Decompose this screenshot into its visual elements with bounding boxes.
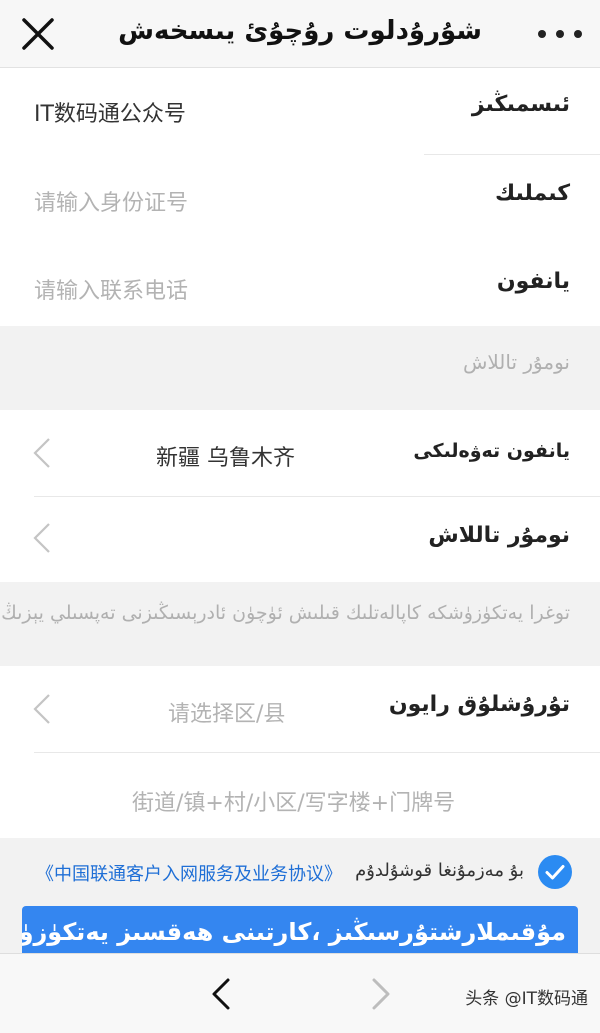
name-field[interactable]: IT数码通公众号	[34, 96, 186, 128]
district-label: تۇرۇشلۇق رايون	[388, 692, 570, 717]
name-row[interactable]: IT数码通公众号 ئىسمىڭىز	[0, 68, 600, 154]
watermark: 头条 @IT数码通	[465, 989, 588, 1009]
address-row[interactable]: 街道/镇+村/小区/写字楼+门牌号	[0, 753, 600, 838]
id-label: كىملىك	[495, 181, 570, 206]
chevron-right-icon[interactable]	[366, 976, 396, 1012]
phone-row[interactable]: 请输入联系电话 يانفون	[0, 241, 600, 326]
submit-button-label: مۇقىملارشتۇرسىڭىز ،كارتىنى ھەقسىز يەتكۈز…	[22, 918, 566, 946]
address-input[interactable]: 街道/镇+村/小区/写字楼+门牌号	[132, 785, 455, 817]
district-select[interactable]: 请选择区/县	[168, 696, 285, 728]
chevron-left-icon	[33, 523, 50, 553]
agree-checkbox[interactable]	[538, 855, 572, 889]
top-nav-bar: شۇرۇدلوت رۇچۇئ يىسخەش	[0, 0, 600, 68]
more-dots-icon[interactable]	[538, 22, 582, 46]
chevron-left-icon	[33, 438, 50, 468]
agreement-row: 《中国联通客户入网服务及业务协议》 بۇ مەزمۇنغا قوشۇلدۇم	[0, 838, 600, 906]
checkmark-icon	[545, 865, 565, 880]
agreement-link[interactable]: 《中国联通客户入网服务及业务协议》	[36, 860, 342, 886]
name-label: ئىسمىڭىز	[471, 92, 570, 117]
browser-bottom-bar: 头条 @IT数码通	[0, 953, 600, 1033]
number-select-label: نومۇر تاللاش	[428, 523, 570, 548]
phone-input[interactable]: 请输入联系电话	[34, 273, 188, 305]
location-value: 新疆 乌鲁木齐	[156, 446, 295, 471]
phone-label: يانفون	[496, 269, 570, 294]
district-row[interactable]: 请选择区/县 تۇرۇشلۇق رايون	[0, 666, 600, 752]
chevron-left-icon	[33, 694, 50, 724]
location-row[interactable]: 新疆 乌鲁木齐 يانفون تەۋەلىكى	[0, 410, 600, 496]
chevron-left-icon[interactable]	[206, 976, 236, 1012]
agreement-text: بۇ مەزمۇنغا قوشۇلدۇم	[355, 860, 524, 881]
number-select-row[interactable]: نومۇر تاللاش	[0, 497, 600, 582]
close-icon[interactable]	[18, 14, 58, 54]
section-header-number: نومۇر تاللاش	[462, 350, 570, 374]
id-row[interactable]: 请输入身份证号 كىملىك	[0, 155, 600, 241]
address-note: توغرا يەتكۈزۈشكە كاپالەتلىك قىلىش ئۈچۈن …	[1, 602, 570, 624]
location-label: يانفون تەۋەلىكى	[413, 440, 570, 462]
id-number-input[interactable]: 请输入身份证号	[34, 185, 188, 217]
page-title: شۇرۇدلوت رۇچۇئ يىسخەش	[118, 16, 482, 46]
